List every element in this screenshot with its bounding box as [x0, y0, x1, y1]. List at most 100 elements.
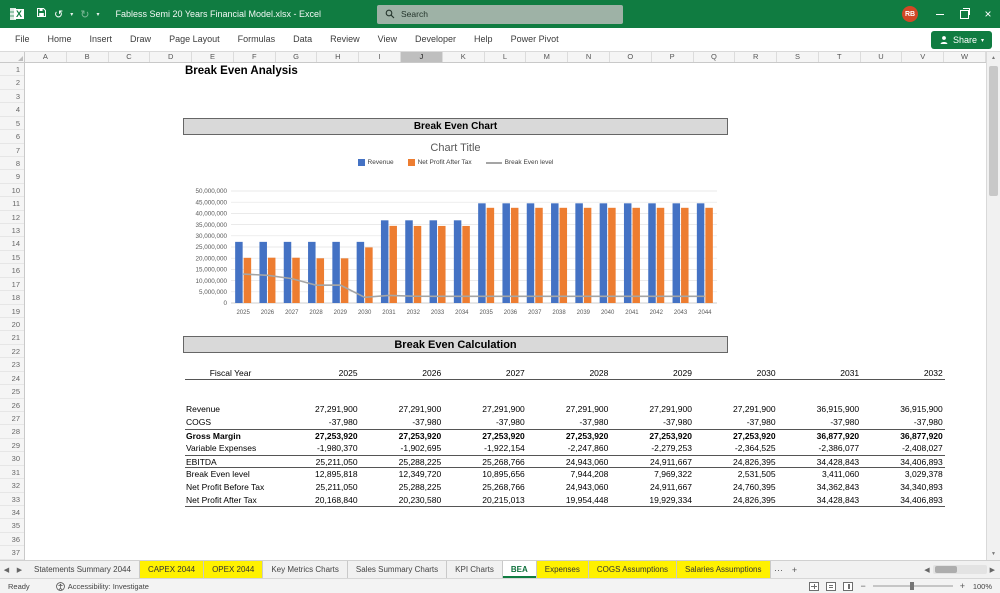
column-header-K[interactable]: K [443, 52, 485, 62]
table-cell[interactable]: -1,902,695 [360, 442, 444, 455]
table-cell[interactable]: -1,980,370 [276, 442, 360, 455]
table-cell[interactable]: -2,386,077 [778, 442, 862, 455]
sheet-tab-opex-2044[interactable]: OPEX 2044 [204, 561, 264, 578]
row-label[interactable]: Revenue [185, 403, 276, 416]
column-header-G[interactable]: G [276, 52, 318, 62]
column-header-J[interactable]: J [401, 52, 443, 62]
table-cell[interactable]: 7,969,322 [610, 468, 694, 481]
zoom-slider[interactable] [872, 582, 953, 590]
hscroll-left-icon[interactable]: ◀ [924, 566, 929, 574]
table-cell[interactable]: 27,253,920 [610, 430, 694, 442]
row-number-35[interactable]: 35 [0, 519, 24, 533]
row-number-16[interactable]: 16 [0, 264, 24, 278]
more-sheets-button[interactable]: ··· [771, 561, 787, 578]
row-label[interactable]: Variable Expenses [185, 442, 276, 455]
column-header-S[interactable]: S [777, 52, 819, 62]
table-cell[interactable]: -2,247,860 [527, 442, 611, 455]
row-number-27[interactable]: 27 [0, 412, 24, 426]
column-header-E[interactable]: E [192, 52, 234, 62]
table-cell[interactable]: 24,943,060 [527, 456, 611, 467]
ribbon-tab-formulas[interactable]: Formulas [229, 28, 285, 51]
table-cell[interactable]: 36,877,920 [861, 430, 945, 442]
table-cell[interactable]: 27,253,920 [276, 430, 360, 442]
table-cell[interactable]: 36,877,920 [778, 430, 862, 442]
avatar[interactable]: RB [902, 6, 918, 22]
row-number-25[interactable]: 25 [0, 385, 24, 399]
hscroll-track[interactable] [932, 565, 987, 574]
row-label[interactable]: Break Even level [185, 468, 276, 481]
table-cell[interactable]: 27,253,920 [527, 430, 611, 442]
table-cell[interactable]: 27,291,900 [527, 403, 611, 416]
zoom-in-button[interactable]: + [960, 581, 965, 591]
row-number-7[interactable]: 7 [0, 144, 24, 157]
row-number-24[interactable]: 24 [0, 372, 24, 386]
column-header-A[interactable]: A [25, 52, 67, 62]
table-cell[interactable]: 3,029,378 [861, 468, 945, 481]
sheet-tab-kpi-charts[interactable]: KPI Charts [447, 561, 503, 578]
row-number-33[interactable]: 33 [0, 493, 24, 506]
ribbon-tab-review[interactable]: Review [321, 28, 369, 51]
year-cell[interactable]: 2030 [694, 366, 778, 379]
undo-chevron-icon[interactable]: ▾ [70, 11, 73, 18]
sheet-tab-capex-2044[interactable]: CAPEX 2044 [139, 561, 205, 578]
year-cell[interactable]: 2032 [861, 366, 945, 379]
column-header-D[interactable]: D [150, 52, 193, 62]
table-cell[interactable]: 24,943,060 [527, 481, 611, 494]
column-header-T[interactable]: T [819, 52, 861, 62]
table-cell[interactable]: 36,915,900 [861, 403, 945, 416]
table-cell[interactable]: 27,253,920 [360, 430, 444, 442]
row-number-23[interactable]: 23 [0, 358, 24, 372]
table-cell[interactable]: 3,411,060 [778, 468, 862, 481]
row-number-22[interactable]: 22 [0, 345, 24, 359]
table-cell[interactable]: 20,230,580 [360, 494, 444, 506]
column-header-I[interactable]: I [359, 52, 402, 62]
sheet-tab-key-metrics-charts[interactable]: Key Metrics Charts [263, 561, 348, 578]
table-cell[interactable]: 27,253,920 [443, 430, 527, 442]
row-label[interactable]: Net Profit Before Tax [185, 481, 276, 494]
fiscal-year-label[interactable]: Fiscal Year [185, 366, 276, 379]
scroll-down-icon[interactable]: ▼ [987, 548, 1000, 560]
row-number-19[interactable]: 19 [0, 305, 24, 319]
table-cell[interactable]: 20,168,840 [276, 494, 360, 506]
column-header-B[interactable]: B [67, 52, 109, 62]
row-number-36[interactable]: 36 [0, 533, 24, 547]
row-number-5[interactable]: 5 [0, 117, 24, 131]
select-all-corner[interactable] [0, 52, 25, 63]
row-label[interactable]: COGS [185, 416, 276, 429]
row-number-6[interactable]: 6 [0, 130, 24, 144]
hscroll-thumb[interactable] [934, 566, 957, 573]
row-number-34[interactable]: 34 [0, 506, 24, 520]
normal-view-button[interactable] [809, 581, 820, 591]
break-even-chart-object[interactable]: Break Even Chart Chart Title Revenue Net … [183, 118, 728, 330]
hscroll-right-icon[interactable]: ▶ [990, 566, 995, 574]
minimize-button[interactable] [928, 0, 952, 28]
column-header-U[interactable]: U [861, 52, 903, 62]
column-header-N[interactable]: N [568, 52, 610, 62]
table-cell[interactable]: 34,406,893 [861, 456, 945, 467]
table-cell[interactable]: -37,980 [443, 416, 527, 429]
ribbon-tab-view[interactable]: View [369, 28, 406, 51]
table-cell[interactable]: 19,954,448 [527, 494, 611, 506]
qat-customize-chevron-icon[interactable]: ▾ [96, 11, 99, 18]
table-cell[interactable]: 27,291,900 [443, 403, 527, 416]
column-header-L[interactable]: L [485, 52, 527, 62]
page-break-view-button[interactable] [843, 581, 854, 591]
close-button[interactable]: × [976, 0, 1000, 28]
zoom-level[interactable]: 100% [972, 582, 992, 591]
table-cell[interactable]: -2,279,253 [610, 442, 694, 455]
table-cell[interactable]: -37,980 [610, 416, 694, 429]
table-cell[interactable]: 27,291,900 [276, 403, 360, 416]
table-cell[interactable]: 34,428,843 [778, 494, 862, 506]
row-number-11[interactable]: 11 [0, 197, 24, 211]
table-cell[interactable]: 36,915,900 [778, 403, 862, 416]
column-header-F[interactable]: F [234, 52, 276, 62]
column-header-O[interactable]: O [610, 52, 652, 62]
scroll-up-icon[interactable]: ▲ [987, 52, 1000, 64]
row-number-26[interactable]: 26 [0, 399, 24, 412]
column-header-W[interactable]: W [944, 52, 986, 62]
vertical-scrollbar[interactable]: ▲ ▼ [986, 52, 1000, 560]
new-sheet-button[interactable]: + [787, 561, 803, 578]
sheet-tab-cogs-assumptions[interactable]: COGS Assumptions [588, 561, 678, 578]
table-cell[interactable]: 25,211,050 [276, 456, 360, 467]
column-header-R[interactable]: R [735, 52, 778, 62]
